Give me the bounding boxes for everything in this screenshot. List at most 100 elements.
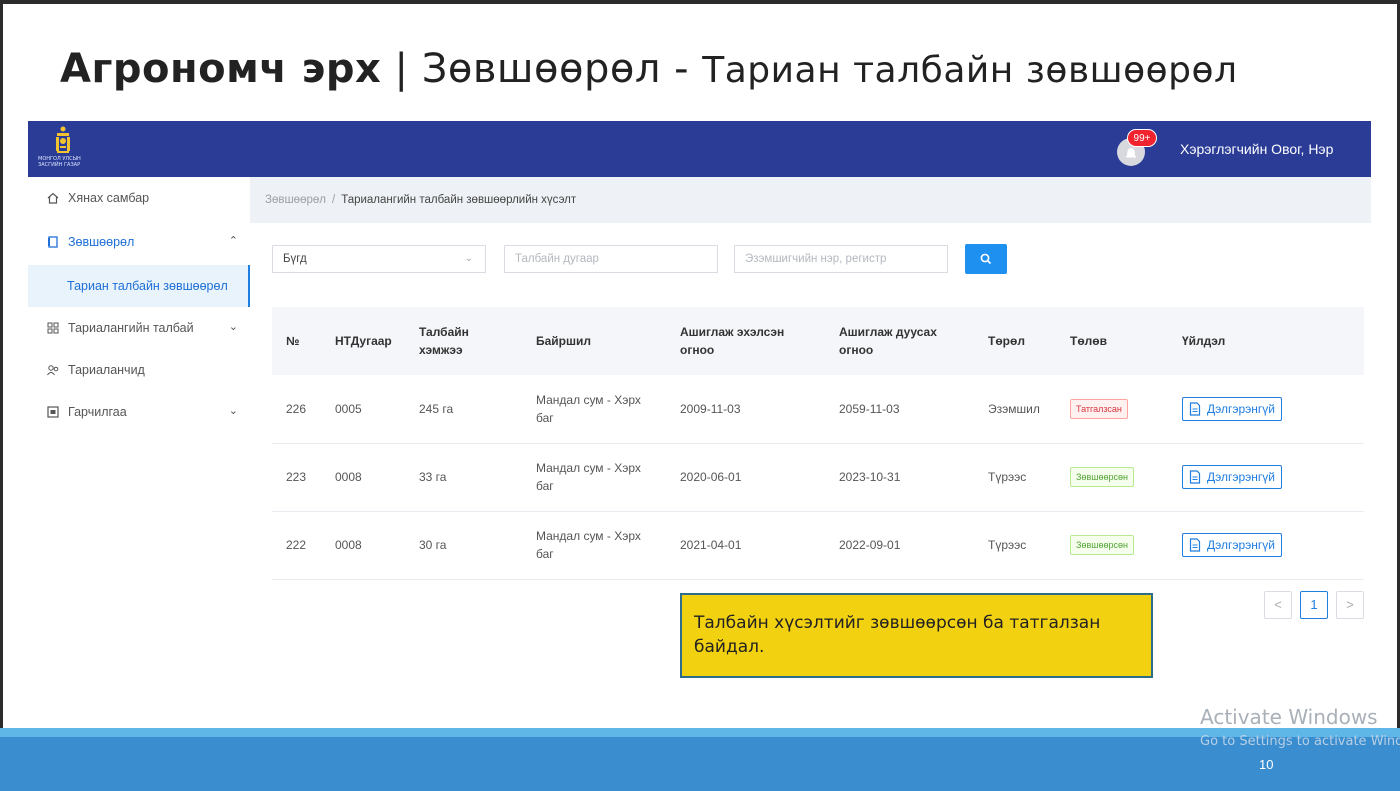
cell-field-size: 30 га bbox=[419, 538, 447, 552]
cell-location: Мандал сум - Хэрх баг bbox=[536, 529, 641, 561]
status-badge: Татгалзсан bbox=[1070, 399, 1128, 419]
slide-page-number: 10 bbox=[1259, 757, 1274, 772]
notification-count-badge: 99+ bbox=[1127, 129, 1157, 147]
status-select-value: Бүгд bbox=[283, 253, 307, 265]
home-icon bbox=[47, 192, 59, 204]
sidebar-item-dashboard[interactable]: Хянах самбар bbox=[28, 177, 250, 219]
table-row: 222 0008 30 га Мандал сум - Хэрх баг 202… bbox=[272, 511, 1364, 580]
sidebar-item-farmers[interactable]: Тариаланчид bbox=[28, 349, 250, 391]
cell-start-date: 2021-04-01 bbox=[680, 538, 742, 552]
column-header-start-date: Ашиглаж эхэлсэн огноо bbox=[680, 325, 785, 357]
field-number-input[interactable]: Талбайн дугаар bbox=[504, 245, 718, 273]
slide-title-middle: Зөвшөөрөл - bbox=[421, 46, 703, 92]
app-window: МОНГОЛ УЛСЫН ЗАСГИЙН ГАЗАР 99+ Хэрэглэгч… bbox=[28, 121, 1371, 619]
column-header-end-date: Ашиглаж дуусах огноо bbox=[839, 325, 937, 357]
search-icon bbox=[980, 253, 992, 265]
users-icon bbox=[47, 365, 59, 376]
government-logo[interactable]: МОНГОЛ УЛСЫН ЗАСГИЙН ГАЗАР bbox=[38, 126, 98, 174]
details-button-label: Дэлгэрэнгүй bbox=[1207, 402, 1275, 416]
chevron-down-icon: ⌄ bbox=[464, 253, 473, 264]
column-header-status: Төлөв bbox=[1070, 334, 1107, 348]
cell-start-date: 2009-11-03 bbox=[680, 402, 741, 416]
soyombo-emblem-icon bbox=[56, 126, 70, 153]
slide-footer-band bbox=[0, 728, 1400, 791]
top-navbar: МОНГОЛ УЛСЫН ЗАСГИЙН ГАЗАР 99+ Хэрэглэгч… bbox=[28, 121, 1371, 177]
calendar-icon bbox=[47, 406, 59, 418]
slide-title-separator: | bbox=[381, 46, 422, 92]
breadcrumb: Зөвшөөрөл / Тариалангийн талбайн зөвшөөрли… bbox=[265, 194, 576, 206]
sidebar-item-crop-fields[interactable]: Тариалангийн талбай ⌄ bbox=[28, 307, 250, 349]
main-content: Зөвшөөрөл / Тариалангийн талбайн зөвшөөрли… bbox=[250, 177, 1371, 591]
cell-end-date: 2023-10-31 bbox=[839, 470, 901, 484]
owner-search-input[interactable]: Эзэмшигчийн нэр, регистр bbox=[734, 245, 948, 273]
user-name-menu[interactable]: Хэрэглэгчийн Овог, Нэр bbox=[1180, 141, 1333, 157]
cell-type: Эзэмшил bbox=[988, 402, 1040, 416]
activate-windows-subtext: Go to Settings to activate Windows. bbox=[1200, 734, 1400, 749]
footer-light-stripe bbox=[0, 728, 1400, 737]
column-header-type: Төрөл bbox=[988, 334, 1025, 348]
breadcrumb-current: Тариалангийн талбайн зөвшөөрлийн хүсэлт bbox=[341, 194, 577, 206]
grid-icon bbox=[47, 322, 59, 334]
cell-start-date: 2020-06-01 bbox=[680, 470, 742, 484]
sidebar-subitem-field-permission[interactable]: Тариан талбайн зөвшөөрөл bbox=[28, 265, 250, 307]
cell-no: 226 bbox=[286, 402, 307, 416]
search-button[interactable] bbox=[965, 244, 1007, 274]
details-button[interactable]: Дэлгэрэнгүй bbox=[1182, 397, 1282, 421]
slide-title-small: Тариан талбайн зөвшөөрөл bbox=[702, 50, 1238, 91]
sidebar-item-permissions[interactable]: Зөвшөөрөл ⌃ bbox=[28, 221, 250, 263]
cell-no: 223 bbox=[286, 470, 307, 484]
chevron-down-icon: ⌄ bbox=[228, 321, 238, 333]
cell-nt-number: 0008 bbox=[335, 470, 362, 484]
column-header-field-size: Талбайн хэмжээ bbox=[419, 325, 469, 357]
details-button[interactable]: Дэлгэрэнгүй bbox=[1182, 533, 1282, 557]
pagination-next-button[interactable]: > bbox=[1336, 591, 1364, 619]
breadcrumb-separator: / bbox=[331, 194, 336, 206]
pagination-page-1[interactable]: 1 bbox=[1300, 591, 1328, 619]
table-row: 223 0008 33 га Мандал сум - Хэрх баг 202… bbox=[272, 443, 1364, 512]
sidebar-item-label: Зөвшөөрөл bbox=[68, 235, 135, 249]
status-select[interactable]: Бүгд ⌄ bbox=[272, 245, 486, 273]
field-number-placeholder: Талбайн дугаар bbox=[515, 253, 599, 265]
cell-end-date: 2059-11-03 bbox=[839, 402, 900, 416]
cell-type: Түрээс bbox=[988, 470, 1027, 484]
file-icon bbox=[1189, 402, 1201, 416]
sidebar-item-label: Гарчилгаа bbox=[68, 405, 127, 419]
details-button[interactable]: Дэлгэрэнгүй bbox=[1182, 465, 1282, 489]
sidebar-item-guide[interactable]: Гарчилгаа ⌄ bbox=[28, 391, 250, 433]
sidebar: Хянах самбар Зөвшөөрөл ⌃ Тариан талбайн … bbox=[28, 177, 250, 591]
sidebar-item-label: Хянах самбар bbox=[68, 191, 150, 205]
owner-search-placeholder: Эзэмшигчийн нэр, регистр bbox=[745, 253, 887, 265]
cell-end-date: 2022-09-01 bbox=[839, 538, 901, 552]
cell-location: Мандал сум - Хэрх баг bbox=[536, 461, 641, 493]
status-badge: Зөвшөөрсөн bbox=[1070, 467, 1134, 487]
details-button-label: Дэлгэрэнгүй bbox=[1207, 538, 1275, 552]
cell-field-size: 245 га bbox=[419, 402, 454, 416]
column-header-no: № bbox=[286, 334, 300, 348]
sidebar-item-label: Тариаланчид bbox=[68, 363, 145, 377]
slide-title-bold: Агрономч эрх bbox=[60, 46, 382, 92]
chevron-down-icon: ⌄ bbox=[228, 405, 238, 417]
notifications-button[interactable]: 99+ bbox=[1117, 129, 1157, 166]
cell-no: 222 bbox=[286, 538, 307, 552]
sidebar-item-label: Тариан талбайн зөвшөөрөл bbox=[67, 279, 228, 293]
column-header-nt-number: НТДугаар bbox=[335, 334, 392, 348]
sidebar-item-label: Тариалангийн талбай bbox=[68, 321, 194, 335]
column-header-location: Байршил bbox=[536, 334, 592, 348]
breadcrumb-bar: Зөвшөөрөл / Тариалангийн талбайн зөвшөөрли… bbox=[250, 177, 1371, 223]
file-icon bbox=[1189, 470, 1201, 484]
activate-windows-watermark: Activate Windows bbox=[1200, 705, 1378, 729]
annotation-callout: Талбайн хүсэлтийг зөвшөөрсөн ба татгалза… bbox=[680, 593, 1153, 678]
cell-field-size: 33 га bbox=[419, 470, 447, 484]
table-row: 226 0005 245 га Мандал сум - Хэрх баг 20… bbox=[272, 375, 1364, 444]
breadcrumb-parent-link[interactable]: Зөвшөөрөл bbox=[265, 194, 326, 206]
logo-text-line2: ЗАСГИЙН ГАЗАР bbox=[38, 162, 81, 168]
details-button-label: Дэлгэрэнгүй bbox=[1207, 470, 1275, 484]
pagination-prev-button[interactable]: < bbox=[1264, 591, 1292, 619]
file-icon bbox=[1189, 538, 1201, 552]
cell-type: Түрээс bbox=[988, 538, 1027, 552]
slide-title: Агрономч эрх | Зөвшөөрөл - Тариан талбай… bbox=[60, 46, 1238, 92]
cell-nt-number: 0005 bbox=[335, 402, 362, 416]
table-header: № НТДугаар Талбайн хэмжээ Байршил Ашигла… bbox=[272, 307, 1364, 375]
document-icon bbox=[48, 236, 58, 248]
logo-text: МОНГОЛ УЛСЫН ЗАСГИЙН ГАЗАР bbox=[38, 156, 98, 168]
